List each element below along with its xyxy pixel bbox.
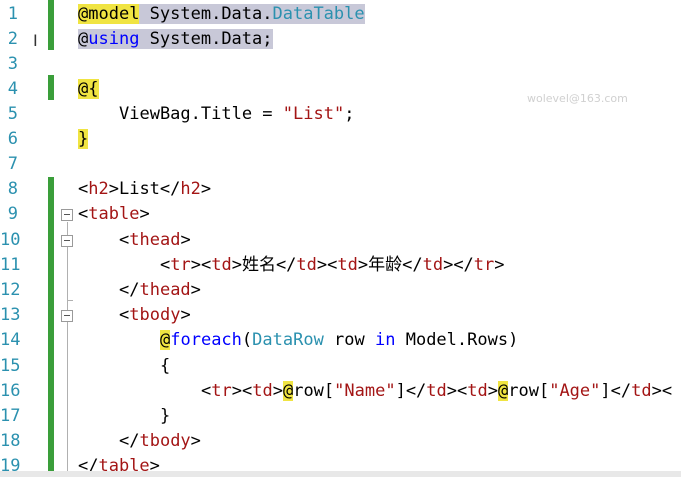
- code-line-13: <tbody>: [119, 305, 191, 325]
- line-number: 15: [0, 356, 21, 376]
- line-number: 18: [0, 431, 21, 451]
- code-line-2: @using System.Data;: [78, 29, 273, 49]
- line-number: 4: [7, 79, 18, 99]
- code-line-11: <tr><td>姓名</td><td>年龄</td></tr>: [160, 255, 505, 275]
- change-marker: [48, 0, 54, 50]
- watermark: wolevel@163.com: [527, 92, 628, 105]
- change-marker: [48, 177, 54, 473]
- collapse-tbody-icon[interactable]: [61, 310, 73, 322]
- code-line-1: @model System.Data.DataTable: [78, 4, 365, 24]
- code-line-15: {: [160, 356, 171, 376]
- line-number: 3: [7, 54, 18, 74]
- code-line-18: </tbody>: [119, 431, 201, 451]
- code-line-6: }: [78, 129, 89, 149]
- line-number: 1: [7, 4, 18, 24]
- code-line-17: }: [160, 406, 171, 426]
- line-number: 2: [7, 29, 18, 49]
- code-line-10: <thead>: [119, 230, 191, 250]
- line-number: 10: [0, 230, 21, 250]
- code-line-16: <tr><td>@row["Name"]</td><td>@row["Age"]…: [201, 381, 673, 401]
- code-line-5: ViewBag.Title = "List";: [119, 104, 355, 124]
- line-number: 5: [7, 104, 18, 124]
- line-number: 9: [7, 204, 18, 224]
- line-number: 6: [7, 129, 18, 149]
- change-marker: [48, 75, 54, 100]
- code-line-12: </thead>: [119, 280, 201, 300]
- collapse-table-icon[interactable]: [61, 209, 73, 221]
- code-line-8: <h2>List</h2>: [78, 179, 212, 199]
- line-number: 14: [0, 330, 21, 350]
- line-number: 16: [0, 381, 21, 401]
- code-line-4: @{: [78, 79, 99, 99]
- code-line-9: <table>: [78, 204, 150, 224]
- code-line-14: @foreach(DataRow row in Model.Rows): [160, 330, 519, 350]
- line-number: 11: [0, 255, 21, 275]
- outline-end: [67, 300, 73, 301]
- text-cursor-icon: I: [33, 31, 38, 50]
- line-number: 7: [7, 154, 18, 174]
- outline-guide: [67, 222, 68, 472]
- line-number-gutter: 1 2 3 4 5 6 7 8 9 10 11 12 13 14 15 16 1…: [0, 0, 48, 477]
- line-number: 8: [7, 179, 18, 199]
- line-number: 12: [0, 280, 21, 300]
- line-number: 17: [0, 406, 21, 426]
- collapse-thead-icon[interactable]: [61, 235, 73, 247]
- line-number: 13: [0, 305, 21, 325]
- horizontal-scrollbar[interactable]: [0, 471, 681, 477]
